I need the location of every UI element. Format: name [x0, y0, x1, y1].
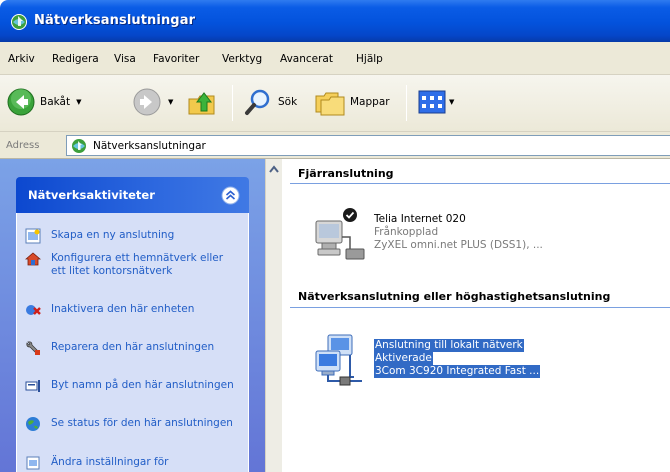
repair-wrench-icon: [26, 341, 40, 355]
task-label: Konfigurera ett hemnätverk eller ett lit…: [51, 252, 224, 277]
connection-name: Anslutning till lokalt nätverk: [374, 339, 524, 352]
menu-favoriter[interactable]: Favoriter: [153, 53, 199, 65]
views-button[interactable]: ▼: [418, 89, 454, 115]
views-icon: [418, 90, 446, 114]
address-bar: Adress Nätverksanslutningar: [0, 132, 670, 159]
task-label: Byt namn på den här anslutningen: [51, 379, 234, 391]
task-label: Ändra inställningar för: [51, 456, 169, 468]
folders-label: Mappar: [350, 96, 390, 108]
search-label: Sök: [278, 96, 298, 108]
toolbar: Bakåt ▼ ▼ Sök Mappar ▼: [0, 75, 670, 132]
menu-bar: Arkiv Redigera Visa Favoriter Verktyg Av…: [0, 42, 670, 75]
title-bar: Nätverksanslutningar: [0, 0, 670, 42]
up-folder-icon: [188, 92, 215, 115]
connection-details: Telia Internet 020 Frånkopplad ZyXEL omn…: [374, 213, 543, 252]
connection-details: Anslutning till lokalt nätverk Aktiverad…: [374, 339, 541, 378]
home-network-icon: [25, 252, 41, 266]
folders-icon: [315, 92, 345, 116]
connection-device: ZyXEL omni.net PLUS (DSS1), ...: [374, 239, 543, 251]
network-tasks-panel: Nätverksaktiviteter Skapa en ny anslutni…: [16, 177, 249, 472]
task-label: Se status för den här anslutningen: [51, 417, 233, 429]
toolbar-separator: [406, 85, 407, 121]
address-value: Nätverksanslutningar: [93, 140, 206, 152]
group-divider: [290, 307, 670, 308]
connection-lan[interactable]: Anslutning till lokalt nätverk Aktiverad…: [310, 333, 670, 389]
back-dropdown-icon[interactable]: ▼: [76, 98, 81, 106]
search-button[interactable]: Sök: [244, 87, 297, 117]
collapse-chevron-icon[interactable]: [221, 186, 240, 205]
folders-button[interactable]: Mappar: [314, 87, 390, 117]
up-folder-button[interactable]: [186, 87, 218, 119]
status-globe-icon: [26, 417, 40, 431]
back-button[interactable]: Bakåt ▼: [6, 87, 81, 117]
forward-dropdown-icon[interactable]: ▼: [168, 98, 173, 106]
vertical-scrollbar[interactable]: [265, 159, 282, 472]
disable-network-icon: [26, 305, 41, 315]
address-input[interactable]: Nätverksanslutningar: [66, 135, 670, 156]
menu-visa[interactable]: Visa: [114, 53, 136, 65]
back-label: Bakåt: [40, 96, 71, 108]
connection-device: 3Com 3C920 Integrated Fast ...: [374, 365, 541, 378]
back-arrow-icon: [7, 88, 35, 116]
menu-arkiv[interactable]: Arkiv: [8, 53, 35, 65]
network-connections-icon: [72, 139, 86, 153]
group-header-lan: Nätverksanslutning eller höghastighetsan…: [298, 290, 611, 303]
search-icon: [245, 89, 270, 115]
connection-name: Telia Internet 020: [374, 213, 466, 225]
dialup-connection-icon: [315, 208, 365, 260]
lan-connection-icon: [315, 334, 362, 386]
rename-icon: [25, 380, 40, 392]
panel-header[interactable]: Nätverksaktiviteter: [16, 177, 249, 213]
task-label: Inaktivera den här enheten: [51, 303, 195, 315]
task-pane: Nätverksaktiviteter Skapa en ny anslutni…: [0, 159, 265, 472]
task-label: Skapa en ny anslutning: [51, 229, 175, 241]
menu-hjalp[interactable]: Hjälp: [356, 53, 383, 65]
task-label: Reparera den här anslutningen: [51, 341, 215, 353]
forward-button[interactable]: ▼: [132, 87, 173, 117]
menu-verktyg[interactable]: Verktyg: [222, 53, 262, 65]
forward-arrow-icon: [133, 88, 161, 116]
views-dropdown-icon[interactable]: ▼: [449, 98, 454, 106]
group-divider: [290, 183, 670, 184]
menu-avancerat[interactable]: Avancerat: [280, 53, 333, 65]
menu-redigera[interactable]: Redigera: [52, 53, 99, 65]
address-label: Adress: [6, 140, 40, 151]
window-title: Nätverksanslutningar: [34, 13, 196, 28]
toolbar-separator: [232, 85, 233, 121]
connection-status: Frånkopplad: [374, 226, 439, 238]
connection-status: Aktiverade: [374, 352, 433, 365]
group-header-dialup: Fjärranslutning: [298, 167, 394, 180]
connection-dialup[interactable]: Telia Internet 020 Frånkopplad ZyXEL omn…: [310, 207, 670, 263]
network-connections-icon: [11, 14, 27, 30]
settings-icon: [26, 456, 40, 470]
scroll-up-icon[interactable]: [269, 165, 279, 173]
panel-body: Skapa en ny anslutning Konfigurera ett h…: [16, 213, 249, 472]
connections-view: Fjärranslutning Telia Internet 020 Frånk…: [282, 159, 670, 472]
panel-title: Nätverksaktiviteter: [28, 188, 155, 202]
new-connection-icon: [25, 228, 41, 244]
